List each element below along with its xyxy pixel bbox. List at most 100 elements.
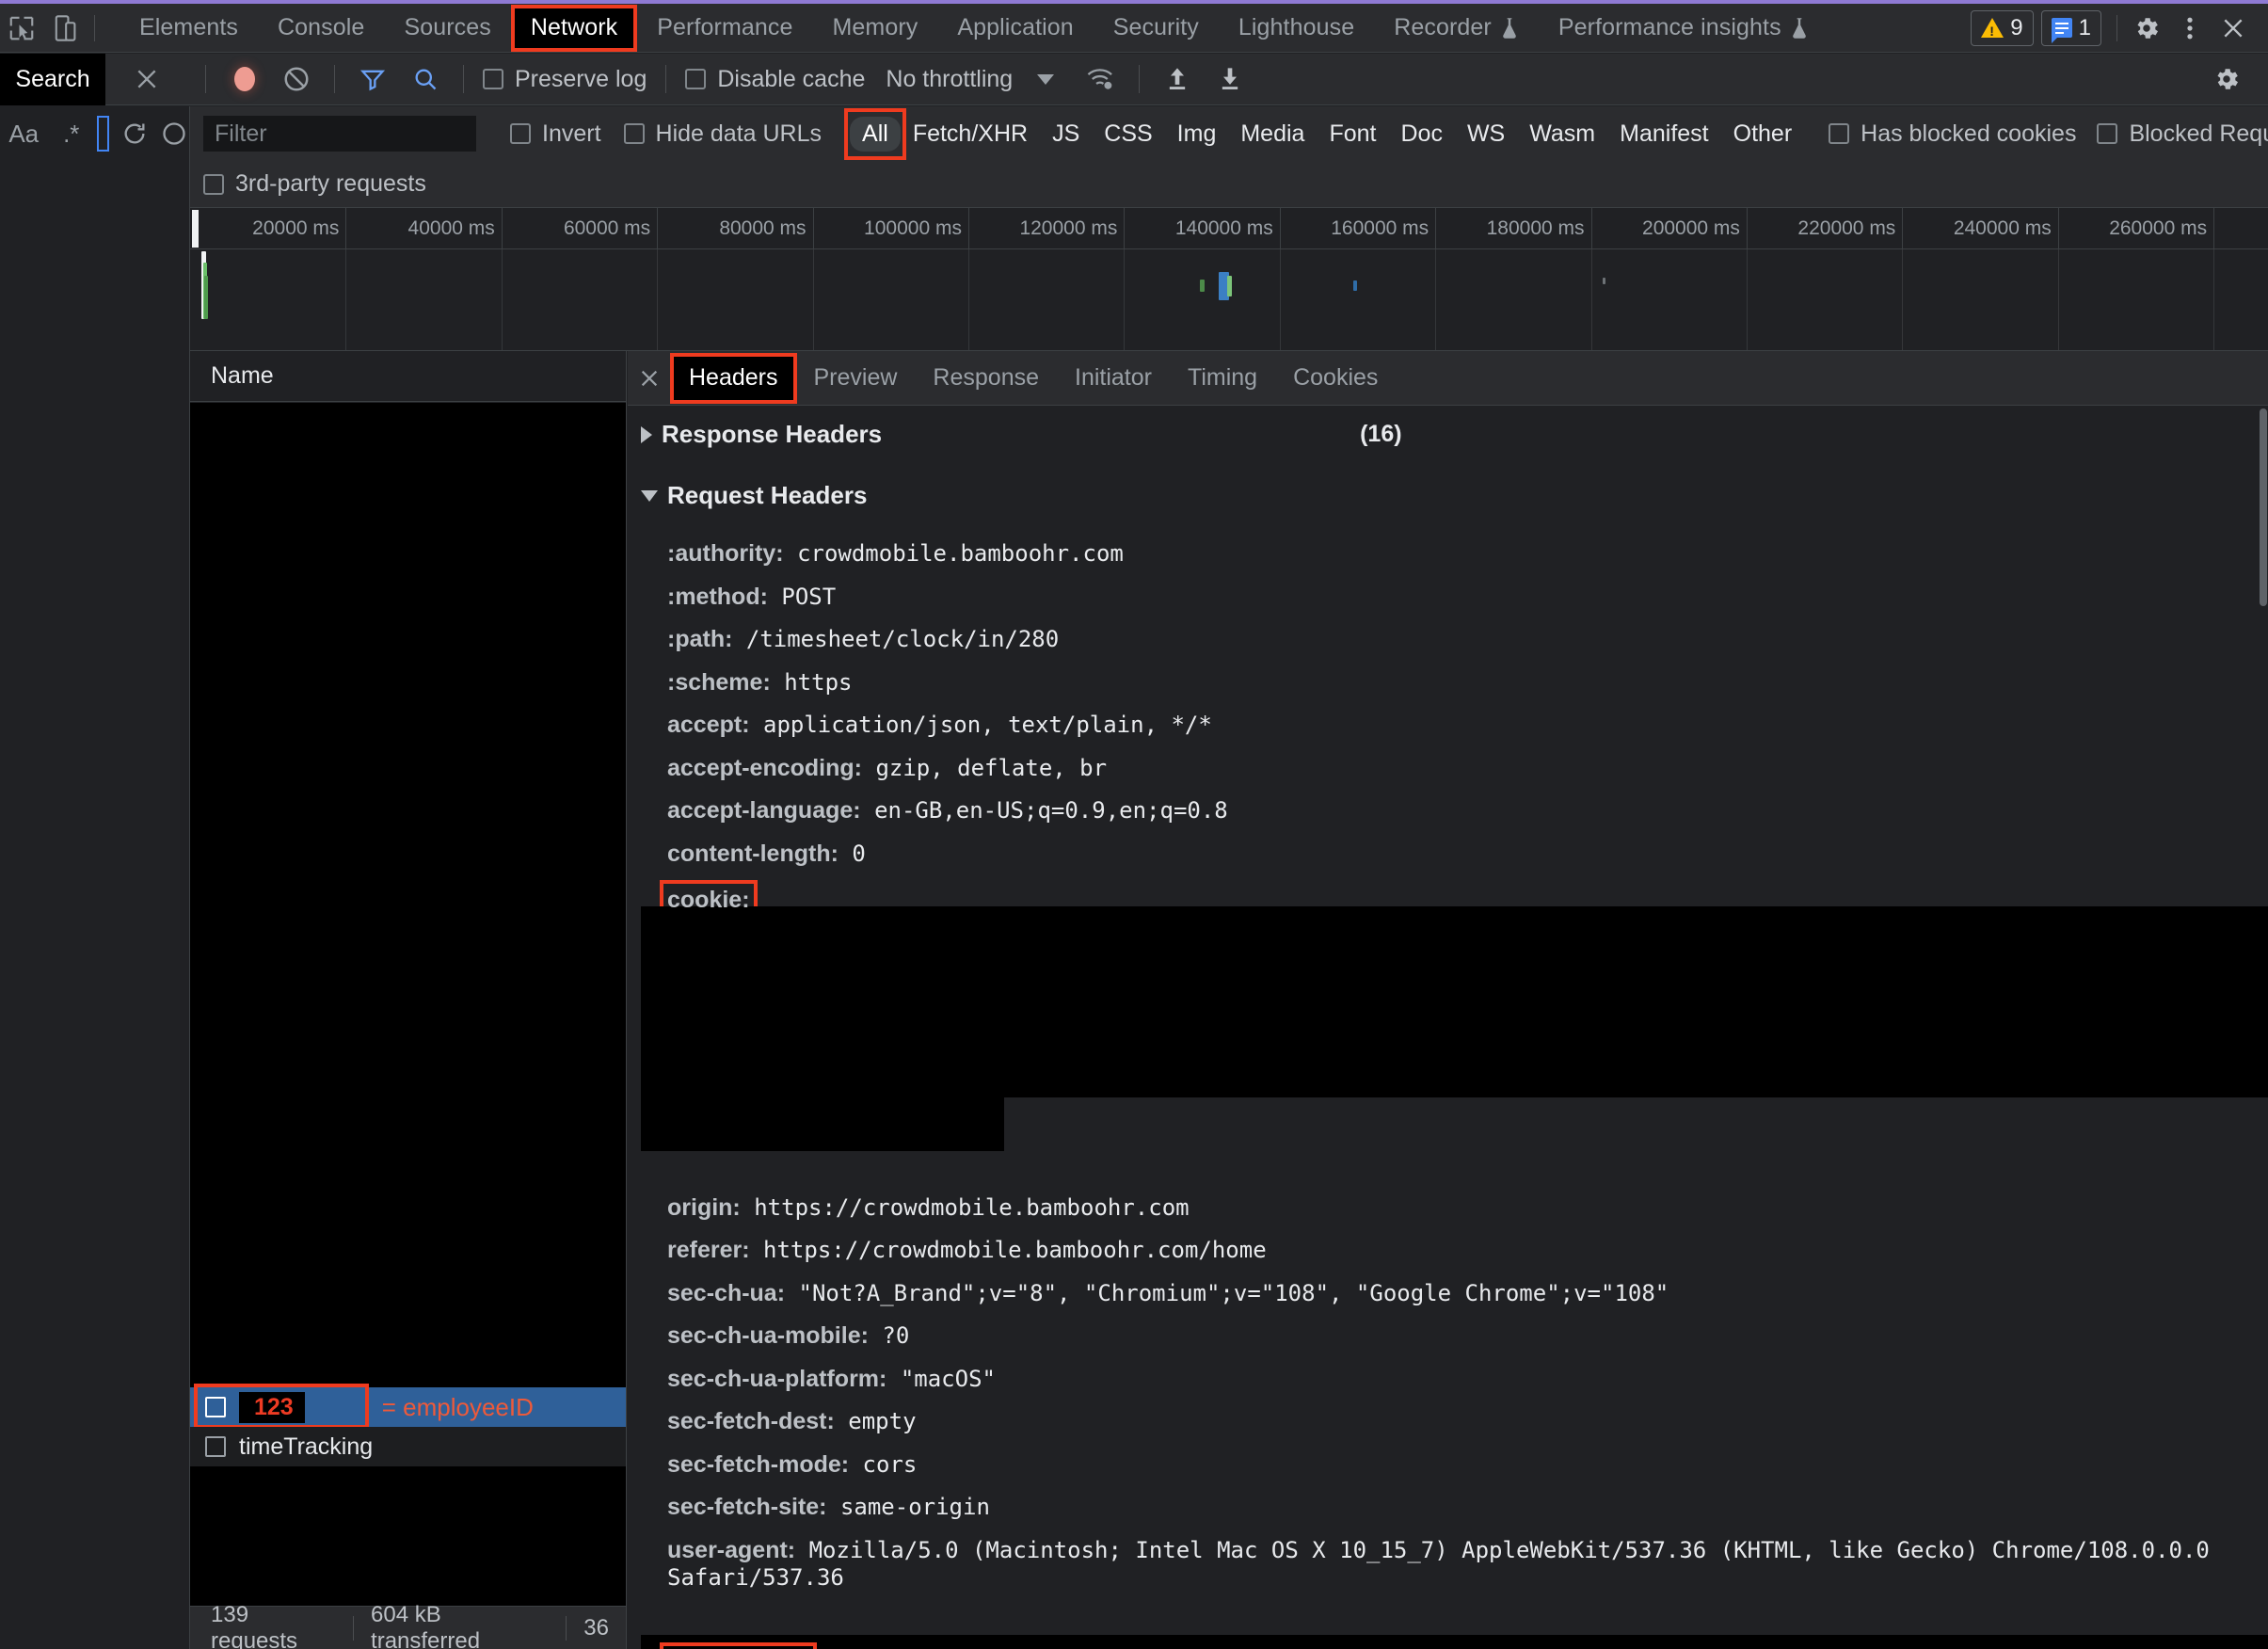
tab-preview[interactable]: Preview	[796, 351, 916, 406]
invert-checkbox[interactable]: Invert	[510, 120, 601, 148]
type-filter-doc[interactable]: Doc	[1388, 117, 1454, 152]
timeline-request-bar	[204, 276, 209, 319]
close-details-icon[interactable]	[628, 351, 671, 406]
tab-response[interactable]: Response	[915, 351, 1057, 406]
type-filter-fetch-xhr[interactable]: Fetch/XHR	[901, 117, 1040, 152]
regex-icon[interactable]: .*	[48, 113, 96, 154]
warning-badge[interactable]: 9	[1971, 9, 2034, 46]
cookie-value-redaction-tail	[641, 1097, 1004, 1151]
search-icon[interactable]	[399, 60, 452, 98]
close-icon[interactable]	[2212, 8, 2255, 48]
type-filter-wasm[interactable]: Wasm	[1517, 117, 1607, 152]
type-filter-css[interactable]: CSS	[1092, 117, 1164, 152]
header-sec-ch-ua-platform: sec-ch-ua-platform: "macOS"	[667, 1365, 996, 1392]
row-checkbox[interactable]	[205, 1436, 226, 1457]
timeline-tick: 160000 ms	[1331, 208, 1437, 249]
type-filter-all[interactable]: All	[844, 107, 906, 160]
kebab-menu-icon[interactable]	[2168, 8, 2212, 48]
filter-input[interactable]	[203, 116, 476, 152]
filter-icon[interactable]	[346, 60, 399, 98]
inspect-cursor-icon[interactable]	[0, 8, 43, 48]
header-sec-fetch-dest: sec-fetch-dest: empty	[667, 1408, 917, 1434]
tab-headers[interactable]: Headers	[670, 351, 797, 406]
table-row[interactable]: timeTracking	[190, 1427, 626, 1466]
request-headers-section[interactable]: Request Headers	[628, 462, 2268, 523]
timeline-tick: 220000 ms	[1797, 208, 1904, 249]
tab-security[interactable]: Security	[1094, 4, 1219, 53]
match-case-icon[interactable]: Aa	[0, 113, 48, 154]
tabbar-right-actions: 9 1	[1971, 8, 2268, 48]
experiment-flask-icon	[1790, 17, 1809, 40]
header-method: :method: POST	[667, 583, 837, 610]
timeline-tick: 40000 ms	[408, 208, 503, 249]
search-sidebar-toolbar: Aa .*	[0, 106, 189, 161]
request-details-panel: Headers Preview Response Initiator Timin…	[628, 351, 2268, 1649]
gear-icon[interactable]	[2125, 8, 2168, 48]
table-row[interactable]: 123 = employeeID	[190, 1384, 626, 1429]
third-party-requests-checkbox[interactable]: 3rd-party requests	[203, 170, 426, 198]
timeline-tick: 60000 ms	[564, 208, 659, 249]
clear-icon[interactable]	[159, 113, 189, 154]
header-x-csrf-token: x-csrf-token:	[628, 1640, 818, 1649]
timeline-tick: 20000 ms	[252, 208, 347, 249]
request-details-tabs: Headers Preview Response Initiator Timin…	[628, 351, 2268, 406]
refresh-icon[interactable]	[111, 113, 159, 154]
type-filter-manifest[interactable]: Manifest	[1607, 117, 1720, 152]
type-filter-other[interactable]: Other	[1721, 117, 1805, 152]
tab-console[interactable]: Console	[258, 4, 384, 53]
gear-icon[interactable]	[2200, 60, 2253, 98]
timeline-tick: 260000 ms	[2109, 208, 2215, 249]
tab-lighthouse[interactable]: Lighthouse	[1219, 4, 1374, 53]
type-filter-ws[interactable]: WS	[1455, 117, 1517, 152]
experiment-flask-icon	[1500, 17, 1519, 40]
tab-initiator[interactable]: Initiator	[1057, 351, 1170, 406]
timeline-gridline	[1435, 249, 1437, 350]
preserve-log-checkbox[interactable]: Preserve log	[483, 66, 647, 93]
search-results-body	[0, 161, 189, 1649]
timeline-gridline	[1590, 249, 1592, 350]
record-button-icon[interactable]	[232, 65, 257, 93]
tab-memory[interactable]: Memory	[812, 4, 937, 53]
timeline-tick-label: 100000 ms	[864, 217, 962, 239]
device-toolbar-icon[interactable]	[43, 8, 87, 48]
request-list-column-header[interactable]: Name	[190, 351, 626, 402]
details-scrollbar[interactable]	[2259, 407, 2268, 1649]
throttling-select[interactable]: No throttling	[886, 66, 1013, 93]
header-sec-fetch-site: sec-fetch-site: same-origin	[667, 1494, 990, 1520]
type-filter-media[interactable]: Media	[1228, 117, 1317, 152]
has-blocked-cookies-checkbox[interactable]: Has blocked cookies	[1829, 120, 2076, 148]
search-text-cursor[interactable]	[97, 116, 110, 152]
tab-elements[interactable]: Elements	[120, 4, 258, 53]
tab-performance-insights[interactable]: Performance insights	[1539, 4, 1829, 53]
chevron-down-icon[interactable]	[1037, 73, 1055, 85]
type-filter-img[interactable]: Img	[1165, 117, 1229, 152]
blocked-requests-checkbox[interactable]: Blocked Requests	[2097, 120, 2268, 148]
tab-sources[interactable]: Sources	[384, 4, 510, 53]
timeline-gridline	[967, 249, 969, 350]
network-overview-timeline[interactable]: 20000 ms 40000 ms 60000 ms 80000 ms 100000 m…	[190, 208, 2268, 351]
timeline-tick-label: 200000 ms	[1642, 217, 1740, 239]
toolbar-divider	[1139, 65, 1141, 93]
type-filter-js[interactable]: JS	[1040, 117, 1092, 152]
search-panel-tab[interactable]: Search	[0, 53, 105, 105]
upload-arrow-icon[interactable]	[1151, 60, 1204, 98]
header-sec-fetch-mode: sec-fetch-mode: cors	[667, 1450, 918, 1478]
timeline-gridline	[657, 249, 659, 350]
hide-data-urls-checkbox[interactable]: Hide data URLs	[623, 120, 822, 148]
tab-application[interactable]: Application	[937, 4, 1093, 53]
clear-network-log-icon[interactable]	[270, 60, 323, 98]
tab-performance[interactable]: Performance	[637, 4, 812, 53]
tab-timing[interactable]: Timing	[1170, 351, 1275, 406]
disable-cache-checkbox[interactable]: Disable cache	[685, 66, 865, 93]
toolbar-divider	[463, 65, 464, 93]
download-arrow-icon[interactable]	[1204, 60, 1256, 98]
tab-network[interactable]: Network	[510, 4, 638, 53]
search-panel-close-icon[interactable]	[105, 54, 188, 105]
tab-cookies[interactable]: Cookies	[1275, 351, 1396, 406]
type-filter-font[interactable]: Font	[1317, 117, 1388, 152]
message-badge[interactable]: 1	[2040, 9, 2101, 46]
header-referer: referer: https://crowdmobile.bamboohr.co…	[667, 1237, 1267, 1263]
tab-recorder[interactable]: Recorder	[1374, 4, 1539, 53]
wifi-settings-icon[interactable]	[1075, 60, 1127, 98]
response-headers-section[interactable]: Response Headers (16)	[628, 407, 2268, 462]
